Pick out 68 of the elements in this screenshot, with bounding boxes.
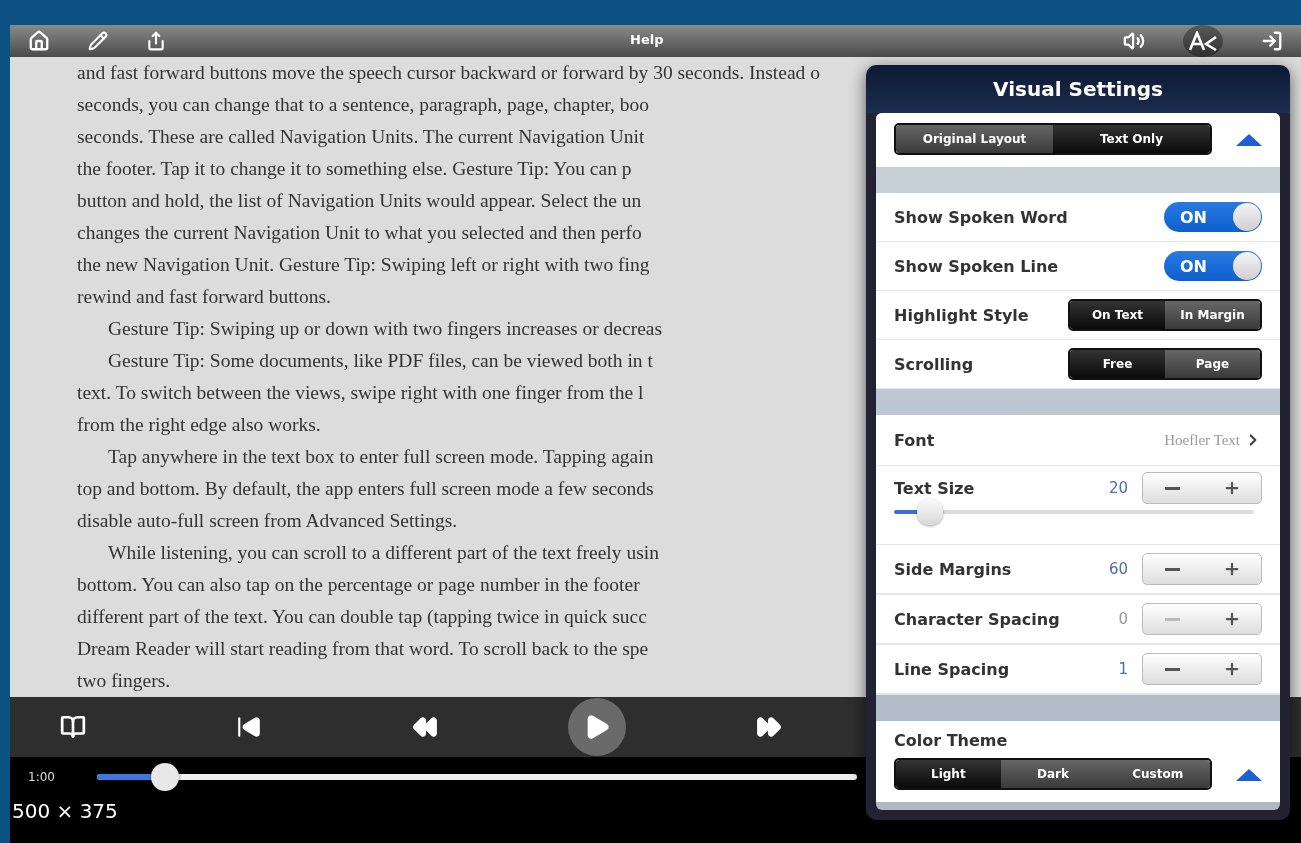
text-line: Dream Reader will start reading from that word. To scroll back to the spe [77, 637, 649, 661]
setting-value: Hoefler Text [1164, 431, 1240, 449]
elapsed-time: 1:00 [28, 770, 55, 784]
text-line: from the right edge also works. [77, 413, 321, 437]
segment[interactable]: Dark [1000, 760, 1106, 788]
setting-label: Show Spoken Word [894, 207, 1068, 227]
text-line: Gesture Tip: Some documents, like PDF files, can be viewed both in t [107, 349, 653, 373]
text-line: different part of the text. You can double tap (tapping twice in quick succ [77, 605, 647, 629]
setting-value: 0 [1118, 610, 1128, 628]
setting-value: 20 [1108, 479, 1128, 497]
segment[interactable]: Original Layout [896, 125, 1053, 153]
minus-icon [1165, 567, 1180, 571]
minus-icon [1165, 617, 1180, 621]
segment[interactable]: Custom [1105, 760, 1210, 788]
setting-label: Color Theme [894, 731, 1009, 750]
text-line: and fast forward buttons move the speech cursor backward or forward by 30 seconds. Instead o [77, 61, 820, 85]
toggle-switch[interactable]: ON [1164, 202, 1262, 232]
setting-label: Line Spacing [894, 659, 1010, 679]
setting-label: Show Spoken Line [894, 256, 1059, 276]
segment[interactable]: Text Only [1053, 125, 1210, 153]
book-icon[interactable] [60, 714, 86, 740]
setting-label: Side Margins [894, 559, 1012, 579]
rewind-icon[interactable] [412, 714, 438, 740]
text-line: rewind and fast forward buttons. [77, 285, 331, 309]
text-line: text. To switch between the views, swipe right with one finger from the l [77, 381, 644, 405]
exit-icon[interactable] [1261, 30, 1283, 52]
text-line: the new Navigation Unit. Gesture Tip: Swiping left or right with two fing [77, 253, 650, 277]
collapse-icon[interactable] [1236, 132, 1262, 146]
setting-label: Text Size [894, 478, 975, 498]
text-line: While listening, you can scroll to a different part of the text freely usin [107, 541, 659, 565]
popover-title: Visual Settings [993, 76, 1163, 103]
text-settings-icon[interactable] [1183, 25, 1223, 57]
segment[interactable]: Light [896, 760, 1001, 788]
collapse-icon[interactable] [1236, 767, 1262, 781]
text-line: disable auto-full screen from Advanced Settings. [77, 509, 458, 533]
pencil-icon[interactable] [88, 31, 108, 51]
setting-label: Character Spacing [894, 609, 1060, 629]
slider-thumb[interactable] [917, 499, 943, 525]
toolbar-title: Help [630, 32, 664, 47]
text-line: seconds, you can change that to a sentence, paragraph, page, chapter, boo [77, 93, 650, 117]
segment[interactable]: Free [1070, 350, 1165, 378]
setting-label: Scrolling [894, 354, 974, 374]
text-line: two fingers. [77, 669, 171, 693]
text-line: bottom. You can also tap on the percentage or page number in the footer [77, 573, 640, 597]
text-line: changes the current Navigation Unit to what you selected and then perfo [77, 221, 642, 245]
image-size-label: 500 × 375 [11, 798, 119, 825]
minus-icon [1165, 667, 1180, 671]
segment[interactable]: Page [1165, 350, 1260, 378]
setting-label: Highlight Style [894, 305, 1029, 325]
setting-value: 60 [1108, 560, 1128, 578]
share-icon[interactable] [146, 31, 166, 51]
text-line: Tap anywhere in the text box to enter full screen mode. Tapping again [107, 445, 654, 469]
segment[interactable]: On Text [1070, 301, 1165, 329]
text-line: the footer. Tap it to change it to something else. Gesture Tip: You can p [77, 157, 632, 181]
home-icon[interactable] [28, 30, 50, 52]
segment[interactable]: In Margin [1165, 301, 1260, 329]
text-line: Gesture Tip: Swiping up or down with two fingers increases or decreas [107, 317, 663, 341]
speaker-icon[interactable] [1123, 30, 1145, 52]
progress-thumb[interactable] [151, 763, 180, 791]
toggle-switch[interactable]: ON [1164, 251, 1262, 281]
text-line: button and hold, the list of Navigation Units would appear. Select the un [77, 189, 642, 213]
text-line: top and bottom. By default, the app enters full screen mode a few seconds [77, 477, 654, 501]
text-line: seconds. These are called Navigation Units. The current Navigation Unit [77, 125, 645, 149]
skip-back-icon[interactable] [236, 714, 262, 740]
setting-value: 1 [1118, 660, 1128, 678]
setting-label: Font [894, 430, 935, 450]
minus-icon [1165, 486, 1180, 490]
fast-forward-icon[interactable] [756, 714, 782, 740]
